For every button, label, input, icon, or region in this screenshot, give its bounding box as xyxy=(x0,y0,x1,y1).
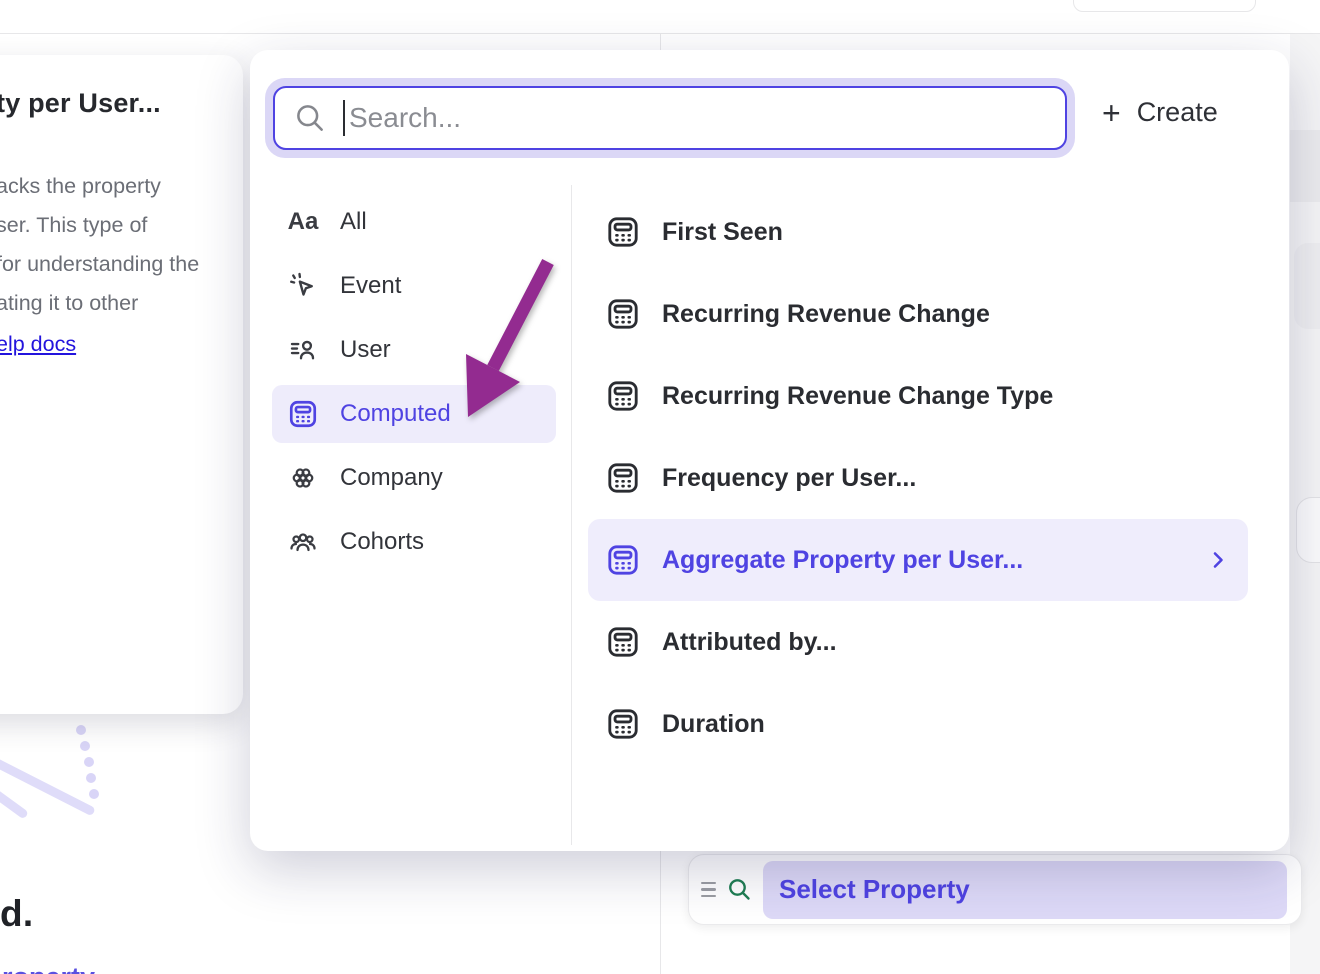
category-all[interactable]: Aa All xyxy=(272,190,556,254)
category-computed[interactable]: Computed xyxy=(272,385,556,443)
property-item-frequency-per-user[interactable]: Frequency per User... xyxy=(588,437,1248,519)
modal-column-divider xyxy=(571,185,572,845)
decorative-dot xyxy=(86,773,96,783)
user-list-icon xyxy=(286,333,320,367)
property-picker-modal: Search... + Create Aa All xyxy=(250,50,1289,851)
decorative-dot xyxy=(76,725,86,735)
decorative-dot xyxy=(84,757,94,767)
category-label: Computed xyxy=(340,400,451,428)
tooltip-line: for understanding the xyxy=(0,245,227,284)
category-label: Cohorts xyxy=(340,528,424,556)
tooltip-line: ser. This type of xyxy=(0,206,227,245)
background-right-card-edge xyxy=(1296,497,1320,563)
search-focus-ring: Search... xyxy=(265,78,1075,158)
property-tooltip-card: ty per User... acks the property ser. Th… xyxy=(0,55,243,714)
plus-icon: + xyxy=(1102,98,1121,128)
category-event[interactable]: Event xyxy=(272,254,556,318)
help-docs-link[interactable]: elp docs xyxy=(0,332,76,357)
page-heading-fragment: d. xyxy=(0,893,33,935)
calculator-icon xyxy=(604,213,642,251)
calculator-icon xyxy=(604,623,642,661)
category-user[interactable]: User xyxy=(272,318,556,382)
background-button-fragment xyxy=(1073,0,1256,12)
property-item-label: First Seen xyxy=(662,218,783,247)
search-input[interactable]: Search... xyxy=(273,86,1067,150)
property-item-label: Frequency per User... xyxy=(662,464,916,493)
decorative-line xyxy=(0,789,29,820)
category-label: User xyxy=(340,336,391,364)
property-item-aggregate-property-per-user[interactable]: Aggregate Property per User... xyxy=(588,519,1248,601)
create-button-label: Create xyxy=(1137,97,1218,128)
category-label: All xyxy=(340,208,367,236)
property-item-label: Attributed by... xyxy=(662,628,837,657)
calculator-icon xyxy=(604,459,642,497)
category-label: Event xyxy=(340,272,401,300)
property-item-label: Recurring Revenue Change Type xyxy=(662,382,1053,411)
green-search-icon xyxy=(726,876,753,903)
category-company[interactable]: Company xyxy=(272,446,556,510)
property-item-label: Aggregate Property per User... xyxy=(662,546,1023,575)
property-item-label: Duration xyxy=(662,710,765,739)
property-item-attributed-by[interactable]: Attributed by... xyxy=(588,601,1248,683)
text-cursor xyxy=(343,100,345,136)
company-cluster-icon xyxy=(286,461,320,495)
screen: d. roperty ty per User... acks the prope… xyxy=(0,0,1320,974)
text-aa-icon: Aa xyxy=(286,205,320,239)
tooltip-line: ating it to other xyxy=(0,284,227,323)
decorative-dot xyxy=(89,789,99,799)
calculator-icon xyxy=(286,397,320,431)
property-select-bar: Select Property xyxy=(688,854,1302,925)
property-item-label: Recurring Revenue Change xyxy=(662,300,990,329)
cohorts-people-icon xyxy=(286,525,320,559)
select-property-field[interactable]: Select Property xyxy=(763,861,1287,919)
property-item-first-seen[interactable]: First Seen xyxy=(588,191,1248,273)
calculator-icon xyxy=(604,705,642,743)
event-click-icon xyxy=(286,269,320,303)
category-cohorts[interactable]: Cohorts xyxy=(272,510,556,574)
calculator-icon xyxy=(604,295,642,333)
create-button[interactable]: + Create xyxy=(1102,97,1218,128)
search-placeholder: Search... xyxy=(349,102,461,134)
decorative-dot xyxy=(80,741,90,751)
category-label: Company xyxy=(340,464,443,492)
background-right-card-fragment xyxy=(1294,243,1320,329)
select-property-label: Select Property xyxy=(779,874,970,905)
background-right-panel-header xyxy=(1290,130,1320,202)
property-item-recurring-revenue-change-type[interactable]: Recurring Revenue Change Type xyxy=(588,355,1248,437)
tooltip-title: ty per User... xyxy=(0,88,227,119)
category-list: Aa All Event xyxy=(272,190,556,574)
tooltip-description: acks the property ser. This type of for … xyxy=(0,167,227,323)
property-item-duration[interactable]: Duration xyxy=(588,683,1248,765)
search-icon xyxy=(293,101,327,135)
tooltip-line: acks the property xyxy=(0,167,227,206)
calculator-icon xyxy=(604,541,642,579)
drag-handle-icon[interactable] xyxy=(701,882,716,898)
chevron-right-icon xyxy=(1206,547,1232,573)
calculator-icon xyxy=(604,377,642,415)
property-results-list: First Seen Recurring Revenue Change xyxy=(588,191,1248,765)
page-link-fragment[interactable]: roperty xyxy=(2,962,95,974)
property-item-recurring-revenue-change[interactable]: Recurring Revenue Change xyxy=(588,273,1248,355)
